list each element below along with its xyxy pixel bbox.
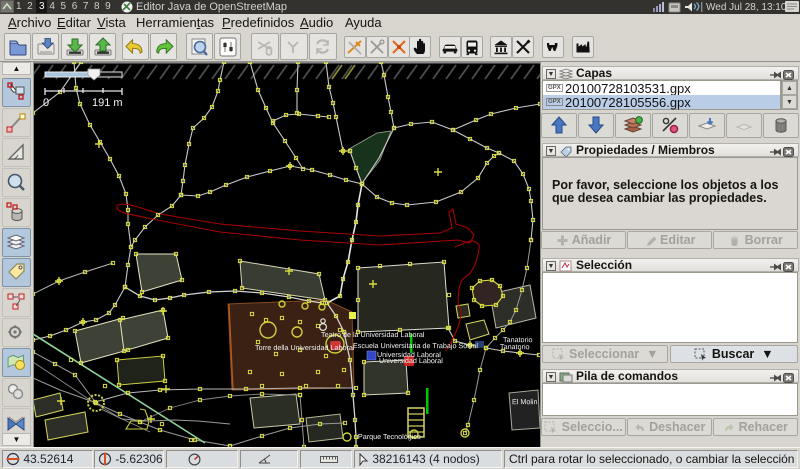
svg-text:191 m: 191 m: [92, 97, 123, 109]
svg-text:Teatro de la Universidad Labor: Teatro de la Universidad Laboral: [321, 330, 425, 339]
svg-text:Escuela Universitaria de Traba: Escuela Universitaria de Trabajo Social: [353, 341, 478, 350]
svg-text:Universidad Laboral: Universidad Laboral: [379, 356, 443, 365]
svg-text:El Molin: El Molin: [512, 397, 538, 406]
svg-text:Torre della Universidad Labora: Torre della Universidad Laboral: [255, 343, 355, 352]
svg-text:Tanatorio: Tanatorio: [500, 342, 530, 351]
svg-text:Parque Tecnológico: Parque Tecnológico: [358, 432, 421, 441]
svg-text:0: 0: [43, 97, 49, 109]
